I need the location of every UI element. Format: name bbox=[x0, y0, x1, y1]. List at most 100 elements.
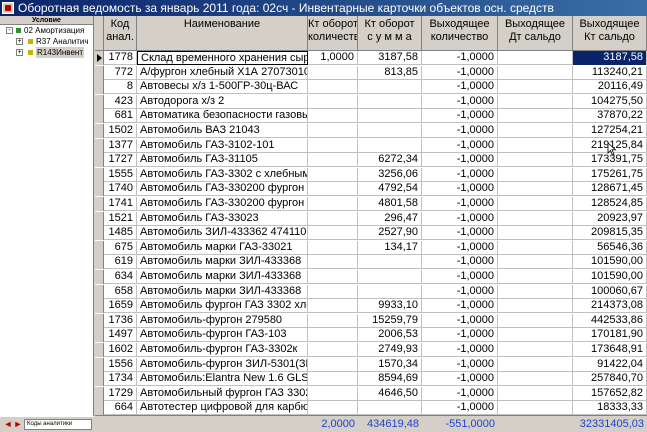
cell-name[interactable]: Автотестер цифровой для карбюраторных bbox=[137, 401, 308, 416]
cell-sum[interactable] bbox=[358, 80, 422, 95]
cell-qty[interactable] bbox=[308, 357, 358, 372]
cell-sum[interactable] bbox=[358, 270, 422, 284]
app-icon[interactable] bbox=[2, 2, 14, 14]
cell-dt[interactable] bbox=[498, 197, 573, 211]
cell-code[interactable]: 1659 bbox=[104, 299, 137, 314]
cell-qty[interactable] bbox=[308, 270, 358, 284]
cell-outqty[interactable]: -1,0000 bbox=[422, 197, 498, 211]
row-indicator[interactable] bbox=[95, 94, 104, 109]
cell-outqty[interactable]: -1,0000 bbox=[422, 284, 498, 299]
cell-outqty[interactable]: -1,0000 bbox=[422, 240, 498, 255]
table-row[interactable]: 1736 Автомобиль-фургон 279580 15259,79 -1,0… bbox=[95, 313, 647, 328]
cell-qty[interactable]: 1,0000 bbox=[308, 51, 358, 65]
cell-name[interactable]: Автомобиль марки ЗИЛ-433368 bbox=[137, 270, 308, 284]
row-indicator[interactable] bbox=[95, 240, 104, 255]
cell-code[interactable]: 1736 bbox=[104, 313, 137, 328]
cell-sum[interactable] bbox=[358, 401, 422, 416]
nav-next-icon[interactable]: ► bbox=[13, 419, 23, 429]
cell-outqty[interactable]: -1,0000 bbox=[422, 255, 498, 270]
expand-icon[interactable]: + bbox=[16, 38, 23, 45]
cell-code[interactable]: 675 bbox=[104, 240, 137, 255]
cell-sum[interactable]: 134,17 bbox=[358, 240, 422, 255]
cell-outqty[interactable]: -1,0000 bbox=[422, 109, 498, 124]
cell-sum[interactable] bbox=[358, 284, 422, 299]
cell-name[interactable]: Автомобиль ГАЗ-3102-101 bbox=[137, 138, 308, 153]
cell-kt[interactable]: 100060,67 bbox=[573, 284, 647, 299]
cell-name[interactable]: Автомобиль ЗИЛ-433362 474110 bbox=[137, 226, 308, 241]
row-indicator[interactable] bbox=[95, 372, 104, 387]
cell-qty[interactable] bbox=[308, 80, 358, 95]
col-header-qty[interactable]: Кт оборотколичество bbox=[308, 16, 358, 51]
cell-sum[interactable]: 6272,34 bbox=[358, 153, 422, 168]
row-indicator[interactable] bbox=[95, 153, 104, 168]
cell-code[interactable]: 681 bbox=[104, 109, 137, 124]
cell-code[interactable]: 1502 bbox=[104, 124, 137, 138]
col-header-sum[interactable]: Кт оборот с у м м а bbox=[358, 16, 422, 51]
table-row[interactable]: 658 Автомобиль марки ЗИЛ-433368 -1,0000 100… bbox=[95, 284, 647, 299]
cell-dt[interactable] bbox=[498, 182, 573, 197]
col-header-code[interactable]: Код анал. bbox=[104, 16, 137, 51]
cell-outqty[interactable]: -1,0000 bbox=[422, 299, 498, 314]
cell-kt[interactable]: 113240,21 bbox=[573, 65, 647, 80]
cell-outqty[interactable]: -1,0000 bbox=[422, 226, 498, 241]
row-indicator[interactable] bbox=[95, 124, 104, 138]
table-row[interactable]: 1502 Автомобиль ВАЗ 21043 -1,0000 127254,21 bbox=[95, 124, 647, 138]
cell-outqty[interactable]: -1,0000 bbox=[422, 270, 498, 284]
cell-sum[interactable]: 2527,90 bbox=[358, 226, 422, 241]
cell-code[interactable]: 423 bbox=[104, 94, 137, 109]
cell-qty[interactable] bbox=[308, 386, 358, 401]
cell-code[interactable]: 1497 bbox=[104, 328, 137, 343]
cell-dt[interactable] bbox=[498, 65, 573, 80]
cell-outqty[interactable]: -1,0000 bbox=[422, 80, 498, 95]
row-indicator[interactable] bbox=[95, 197, 104, 211]
cell-kt[interactable]: 37870,22 bbox=[573, 109, 647, 124]
cell-outqty[interactable]: -1,0000 bbox=[422, 65, 498, 80]
row-indicator[interactable] bbox=[95, 226, 104, 241]
row-indicator[interactable] bbox=[95, 255, 104, 270]
cell-code[interactable]: 1740 bbox=[104, 182, 137, 197]
cell-dt[interactable] bbox=[498, 94, 573, 109]
cell-kt[interactable]: 128524,85 bbox=[573, 197, 647, 211]
cell-kt[interactable]: 257840,70 bbox=[573, 372, 647, 387]
table-row[interactable]: 1377 Автомобиль ГАЗ-3102-101 -1,0000 219125… bbox=[95, 138, 647, 153]
cell-outqty[interactable]: -1,0000 bbox=[422, 124, 498, 138]
cell-qty[interactable] bbox=[308, 240, 358, 255]
cell-dt[interactable] bbox=[498, 328, 573, 343]
cell-name[interactable]: Автомобиль-фургон 279580 bbox=[137, 313, 308, 328]
cell-qty[interactable] bbox=[308, 226, 358, 241]
col-header-name[interactable]: Наименование bbox=[137, 16, 308, 51]
cell-kt[interactable]: 214373,08 bbox=[573, 299, 647, 314]
col-header-kt[interactable]: Выходящее Кт сальдо bbox=[573, 16, 647, 51]
cell-outqty[interactable]: -1,0000 bbox=[422, 51, 498, 65]
row-indicator[interactable] bbox=[95, 109, 104, 124]
cell-name[interactable]: Автомобиль ГАЗ-3302 с хлебным фургоном bbox=[137, 167, 308, 182]
cell-code[interactable]: 658 bbox=[104, 284, 137, 299]
cell-qty[interactable] bbox=[308, 109, 358, 124]
cell-dt[interactable] bbox=[498, 372, 573, 387]
cell-dt[interactable] bbox=[498, 270, 573, 284]
tree-item-r37[interactable]: + R37 Аналитич bbox=[0, 36, 93, 47]
cell-dt[interactable] bbox=[498, 401, 573, 416]
title-bar[interactable]: Оборотная ведомость за январь 2011 года:… bbox=[0, 0, 647, 16]
cell-code[interactable]: 1734 bbox=[104, 372, 137, 387]
cell-code[interactable]: 1556 bbox=[104, 357, 137, 372]
cell-outqty[interactable]: -1,0000 bbox=[422, 343, 498, 357]
cell-code[interactable]: 1778 bbox=[104, 51, 137, 65]
cell-name[interactable]: Автомобиль-фургон ЗИЛ-5301(ЗИЛ 4 bbox=[137, 357, 308, 372]
cell-kt[interactable]: 91422,04 bbox=[573, 357, 647, 372]
cell-outqty[interactable]: -1,0000 bbox=[422, 167, 498, 182]
cell-kt[interactable]: 127254,21 bbox=[573, 124, 647, 138]
cell-kt[interactable]: 209815,35 bbox=[573, 226, 647, 241]
table-row[interactable]: 634 Автомобиль марки ЗИЛ-433368 -1,0000 101… bbox=[95, 270, 647, 284]
cell-outqty[interactable]: -1,0000 bbox=[422, 372, 498, 387]
cell-code[interactable]: 1741 bbox=[104, 197, 137, 211]
cell-qty[interactable] bbox=[308, 372, 358, 387]
cell-kt[interactable]: 175261,75 bbox=[573, 167, 647, 182]
table-row[interactable]: 1602 Автомобиль-фургон ГАЗ-3302к 2749,93 -1… bbox=[95, 343, 647, 357]
cell-code[interactable]: 1485 bbox=[104, 226, 137, 241]
cell-dt[interactable] bbox=[498, 109, 573, 124]
cell-sum[interactable]: 3256,06 bbox=[358, 167, 422, 182]
cell-name[interactable]: Склад временного хранения сырья bbox=[137, 51, 308, 65]
cell-dt[interactable] bbox=[498, 313, 573, 328]
table-row[interactable]: 1778 Склад временного хранения сырья 1,000… bbox=[95, 51, 647, 65]
